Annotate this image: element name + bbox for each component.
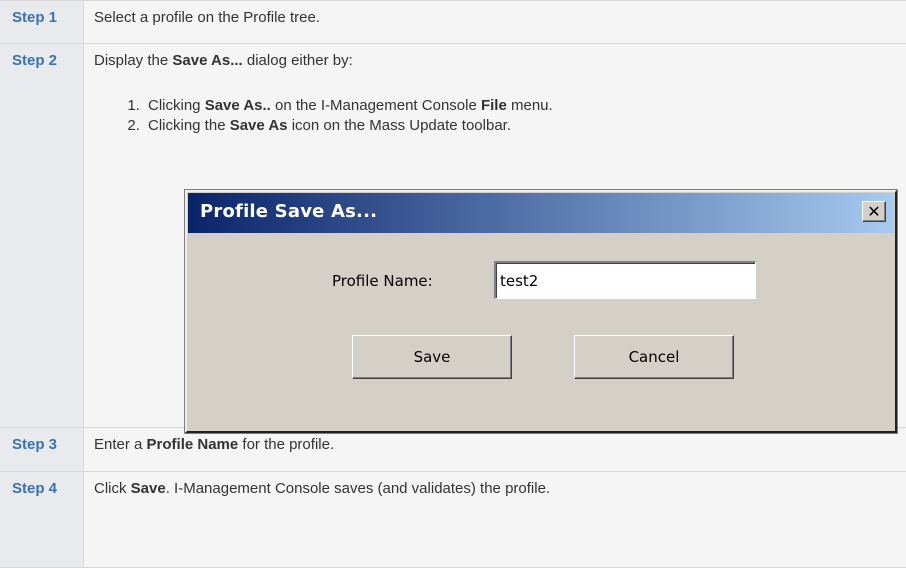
- step-label: Step 1: [0, 1, 84, 43]
- dialog-titlebar[interactable]: Profile Save As... ✕: [188, 193, 894, 233]
- step-bold: Save: [130, 480, 166, 497]
- step-prefix: Enter a: [94, 436, 147, 453]
- step-prefix: Click: [94, 480, 131, 497]
- substep-suffix: icon on the Mass Update toolbar.: [287, 117, 512, 134]
- save-button[interactable]: Save: [352, 335, 512, 379]
- close-button[interactable]: ✕: [862, 201, 886, 222]
- substep-bold: Save As..: [204, 97, 271, 114]
- substep-suffix: menu.: [506, 97, 553, 114]
- step-text: Select a profile on the Profile tree.: [94, 9, 320, 26]
- step-text: Enter a Profile Name for the profile.: [84, 428, 906, 471]
- intro-suffix: dialog either by:: [242, 52, 353, 69]
- substep-list: Clicking Save As.. on the I-Management C…: [94, 96, 906, 136]
- dialog-title: Profile Save As...: [200, 201, 378, 222]
- substep-prefix: Clicking: [148, 97, 205, 114]
- profile-name-input[interactable]: [494, 261, 756, 299]
- profile-name-label: Profile Name:: [332, 272, 433, 290]
- close-icon: ✕: [867, 201, 881, 221]
- substep-middle: on the I-Management Console: [270, 97, 481, 114]
- step-label: Step 2: [0, 44, 84, 427]
- substep-prefix: Clicking the: [148, 117, 230, 134]
- intro-bold: Save As...: [172, 52, 243, 69]
- step-label: Step 3: [0, 428, 84, 471]
- substep-bold: Save As: [229, 117, 288, 134]
- step-intro: Display the Save As... dialog either by:: [94, 52, 906, 69]
- substep-item: Clicking Save As.. on the I-Management C…: [144, 96, 906, 116]
- substep-bold: File: [480, 97, 507, 114]
- intro-prefix: Display the: [94, 52, 173, 69]
- cancel-button[interactable]: Cancel: [574, 335, 734, 379]
- step-bold: Profile Name: [146, 436, 239, 453]
- step-row-4: Step 4 Click Save. I-Management Console …: [0, 472, 906, 568]
- step-row-3: Step 3 Enter a Profile Name for the prof…: [0, 428, 906, 472]
- step-row-1: Step 1 Select a profile on the Profile t…: [0, 0, 906, 44]
- step-text: Click Save. I-Management Console saves (…: [84, 472, 906, 567]
- step-label: Step 4: [0, 472, 84, 567]
- substep-item: Clicking the Save As icon on the Mass Up…: [144, 116, 906, 136]
- step-suffix: . I-Management Console saves (and valida…: [165, 480, 551, 497]
- step-suffix: for the profile.: [238, 436, 335, 453]
- profile-save-as-dialog: Profile Save As... ✕ Profile Name: Save …: [185, 190, 897, 433]
